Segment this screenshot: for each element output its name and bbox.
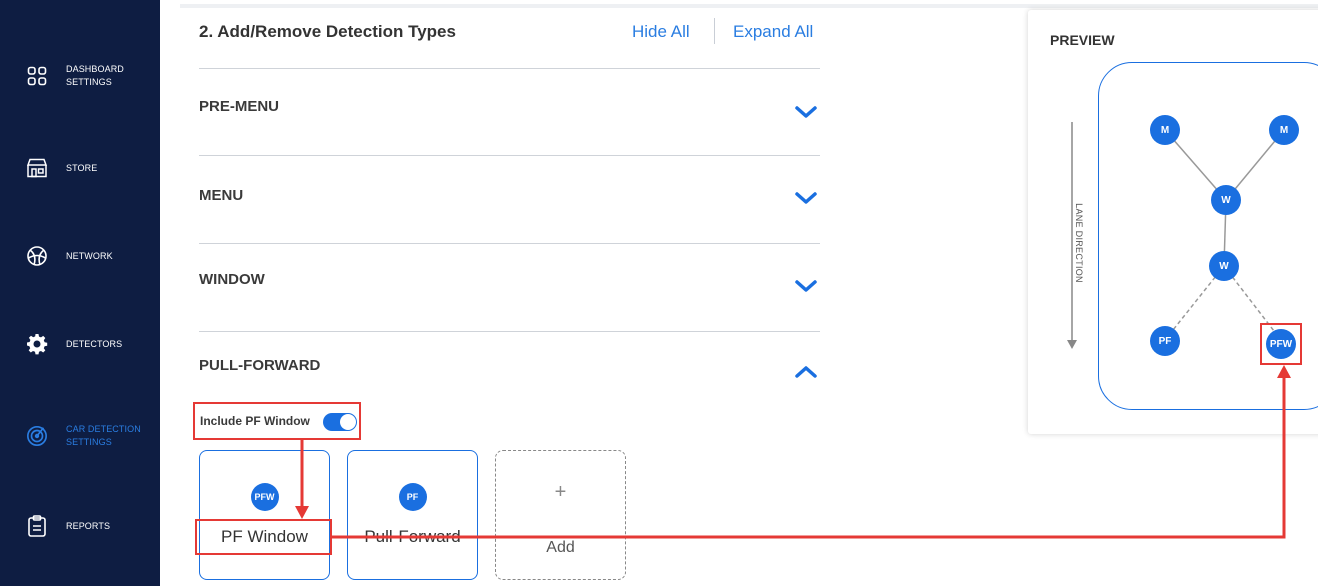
annotation-arrows (295, 365, 1291, 539)
